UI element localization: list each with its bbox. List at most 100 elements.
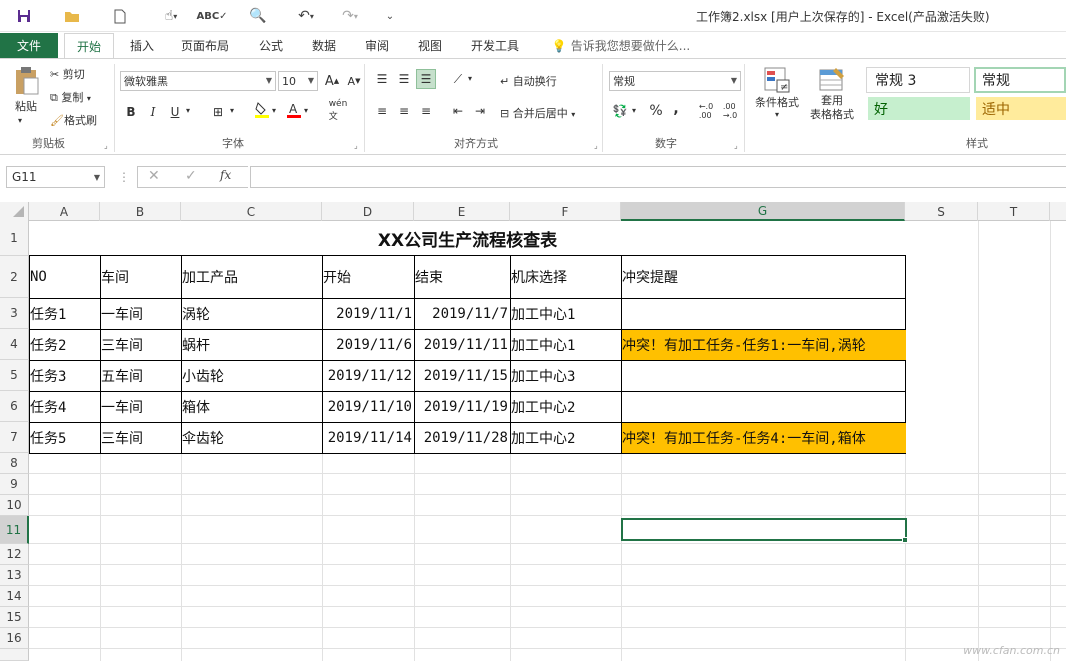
col-header-g[interactable]: G bbox=[621, 202, 905, 221]
row-header-3[interactable]: 3 bbox=[0, 298, 29, 329]
table-cell[interactable]: 一车间 bbox=[100, 391, 181, 422]
col-header-e[interactable]: E bbox=[414, 202, 510, 221]
table-cell[interactable] bbox=[621, 391, 906, 422]
align-right-icon[interactable]: ≡ bbox=[416, 101, 436, 121]
col-header-s[interactable]: S bbox=[905, 202, 978, 221]
align-top-icon[interactable]: ☰ bbox=[372, 69, 392, 89]
conflict-cell[interactable]: 冲突！有加工任务-任务4:一车间,箱体 bbox=[621, 422, 906, 453]
row-header-10[interactable]: 10 bbox=[0, 495, 29, 516]
table-cell[interactable]: 伞齿轮 bbox=[181, 422, 322, 453]
table-cell[interactable]: 加工中心2 bbox=[510, 422, 621, 453]
fill-color-icon[interactable] bbox=[252, 100, 272, 120]
shrink-font-button[interactable]: A ▼ bbox=[344, 71, 364, 91]
dialog-launcher-icon[interactable]: ⌟ bbox=[104, 141, 108, 150]
tab-insert[interactable]: 插入 bbox=[122, 33, 162, 58]
open-folder-icon[interactable] bbox=[62, 6, 82, 26]
comma-button[interactable]: , bbox=[666, 99, 686, 119]
style-normal[interactable]: 常规 bbox=[974, 67, 1066, 93]
font-color-icon[interactable]: A bbox=[284, 100, 304, 120]
table-cell[interactable]: 2019/11/19 bbox=[414, 391, 510, 422]
table-cell[interactable]: 五车间 bbox=[100, 360, 181, 391]
row-header-2[interactable]: 2 bbox=[0, 256, 29, 298]
col-header-t[interactable]: T bbox=[978, 202, 1050, 221]
decrease-indent-icon[interactable]: ⇤ bbox=[448, 101, 468, 121]
paste-button[interactable]: 粘贴 bbox=[8, 66, 44, 118]
row-header-5[interactable]: 5 bbox=[0, 360, 29, 391]
decrease-decimal-icon[interactable]: .00 →.0 bbox=[720, 101, 740, 121]
col-header-c[interactable]: C bbox=[181, 202, 322, 221]
table-cell[interactable] bbox=[621, 298, 906, 329]
enter-icon[interactable]: ✓ bbox=[185, 168, 197, 184]
increase-decimal-icon[interactable]: ←.0.00 bbox=[696, 101, 716, 121]
table-cell[interactable]: 任务2 bbox=[29, 329, 100, 360]
print-preview-icon[interactable]: 🔍 bbox=[248, 6, 268, 26]
table-cell[interactable]: 任务3 bbox=[29, 360, 100, 391]
name-box[interactable]: G11 ▼ bbox=[6, 166, 105, 188]
tab-file[interactable]: 文件 bbox=[0, 33, 58, 58]
font-name-dropdown[interactable]: 微软雅黑 ▼ bbox=[120, 71, 276, 91]
cut-button[interactable]: ✂ 剪切 bbox=[50, 66, 85, 82]
row-header-4[interactable]: 4 bbox=[0, 329, 29, 360]
phonetic-guide-icon[interactable]: wén 文 bbox=[328, 99, 348, 122]
row-header-13[interactable]: 13 bbox=[0, 565, 29, 586]
align-bottom-icon[interactable]: ☰ bbox=[416, 69, 436, 89]
format-as-table-button[interactable]: 套用 表格格式 bbox=[804, 66, 860, 128]
row-header-6[interactable]: 6 bbox=[0, 391, 29, 422]
grow-font-button[interactable]: A ▲ bbox=[322, 71, 342, 91]
col-header-d[interactable]: D bbox=[322, 202, 414, 221]
row-header-1[interactable]: 1 bbox=[0, 221, 29, 256]
cancel-icon[interactable]: ✕ bbox=[148, 168, 160, 184]
table-cell[interactable]: 2019/11/14 bbox=[322, 422, 414, 453]
table-cell[interactable]: 2019/11/12 bbox=[322, 360, 414, 391]
header-machine[interactable]: 机床选择 bbox=[510, 255, 621, 298]
conflict-cell[interactable]: 冲突！有加工任务-任务1:一车间,涡轮 bbox=[621, 329, 906, 360]
sheet-title[interactable]: XX公司生产流程核查表 bbox=[29, 221, 906, 256]
tab-view[interactable]: 视图 bbox=[411, 33, 449, 58]
header-product[interactable]: 加工产品 bbox=[181, 255, 322, 298]
row-header-16[interactable]: 16 bbox=[0, 628, 29, 649]
tab-developer[interactable]: 开发工具 bbox=[464, 33, 526, 58]
table-cell[interactable]: 任务5 bbox=[29, 422, 100, 453]
row-header-12[interactable]: 12 bbox=[0, 544, 29, 565]
dialog-launcher-icon[interactable]: ⌟ bbox=[734, 141, 738, 150]
col-header-b[interactable]: B bbox=[100, 202, 181, 221]
borders-icon[interactable]: ⊞ bbox=[208, 102, 228, 122]
wrap-text-button[interactable]: ↵ 自动换行 bbox=[500, 73, 557, 89]
table-cell[interactable]: 2019/11/10 bbox=[322, 391, 414, 422]
tab-formulas[interactable]: 公式 bbox=[252, 33, 290, 58]
tab-home[interactable]: 开始 bbox=[64, 33, 114, 59]
table-cell[interactable]: 一车间 bbox=[100, 298, 181, 329]
fill-handle[interactable] bbox=[902, 537, 908, 543]
align-center-icon[interactable]: ≡ bbox=[394, 101, 414, 121]
col-header-f[interactable]: F bbox=[510, 202, 621, 221]
table-cell[interactable]: 2019/11/6 bbox=[322, 329, 414, 360]
table-cell[interactable]: 三车间 bbox=[100, 329, 181, 360]
formula-input[interactable] bbox=[250, 166, 1066, 188]
active-cell-g11[interactable] bbox=[621, 518, 907, 541]
row-header-14[interactable]: 14 bbox=[0, 586, 29, 607]
tab-data[interactable]: 数据 bbox=[305, 33, 343, 58]
table-cell[interactable]: 2019/11/11 bbox=[414, 329, 510, 360]
table-cell[interactable]: 三车间 bbox=[100, 422, 181, 453]
row-header-8[interactable]: 8 bbox=[0, 453, 29, 474]
font-size-dropdown[interactable]: 10 ▼ bbox=[278, 71, 318, 91]
select-all-corner[interactable] bbox=[0, 202, 29, 221]
tab-page-layout[interactable]: 页面布局 bbox=[175, 33, 235, 58]
header-conflict[interactable]: 冲突提醒 bbox=[621, 255, 906, 298]
italic-button[interactable]: I bbox=[143, 102, 163, 122]
new-file-icon[interactable] bbox=[110, 6, 130, 26]
header-workshop[interactable]: 车间 bbox=[100, 255, 181, 298]
header-start[interactable]: 开始 bbox=[322, 255, 414, 298]
merge-center-button[interactable]: ⊟ 合并后居中 ▾ bbox=[500, 105, 575, 121]
customize-toolbar-icon[interactable]: ⌄ bbox=[380, 6, 400, 26]
header-no[interactable]: NO bbox=[29, 255, 100, 298]
underline-button[interactable]: U bbox=[165, 102, 185, 122]
table-cell[interactable]: 蜗杆 bbox=[181, 329, 322, 360]
conditional-formatting-button[interactable]: ≠ 条件格式 ▾ bbox=[750, 66, 804, 128]
row-header-9[interactable]: 9 bbox=[0, 474, 29, 495]
table-cell[interactable]: 任务1 bbox=[29, 298, 100, 329]
currency-icon[interactable]: 💱 bbox=[610, 101, 630, 121]
format-painter-button[interactable]: 🖌格式刷 bbox=[50, 112, 97, 128]
align-left-icon[interactable]: ≡ bbox=[372, 101, 392, 121]
redo-icon[interactable]: ↷ ▾ bbox=[334, 6, 366, 26]
